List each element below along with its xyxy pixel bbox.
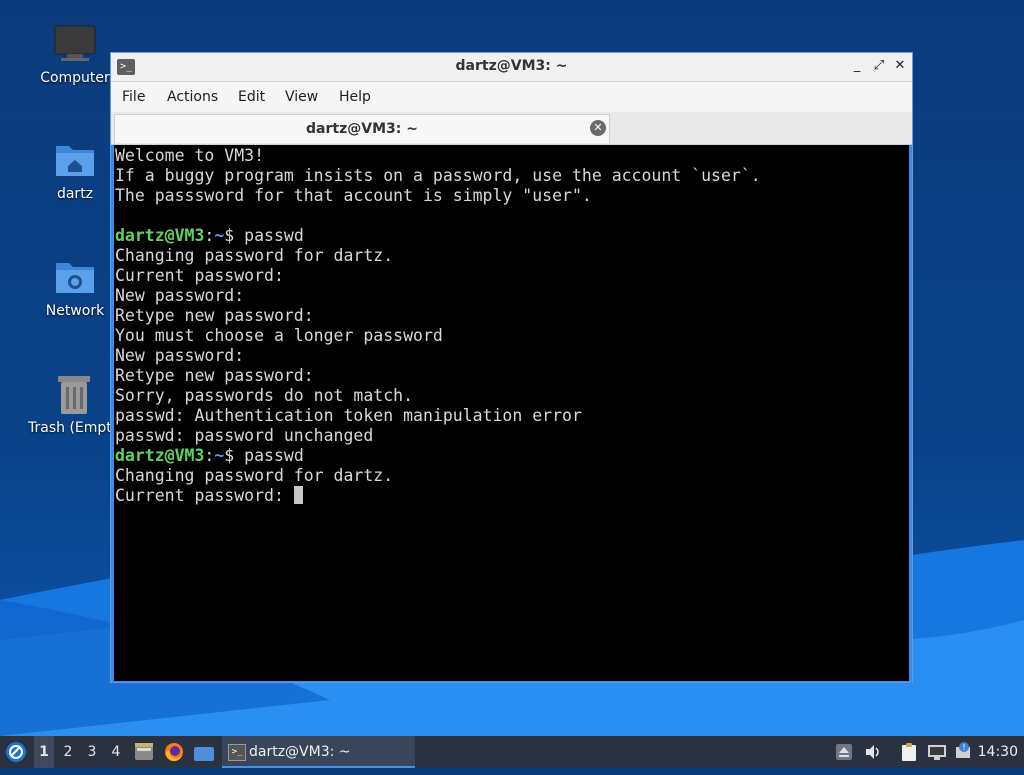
maximize-button[interactable]: ⤢ — [871, 58, 887, 74]
update-notifier-icon[interactable]: ! — [953, 741, 971, 761]
terminal-line: New password: — [115, 286, 761, 306]
terminal-window: >_ dartz@VM3: ~ _ ⤢ ✕ File Actions Edit … — [110, 52, 913, 683]
terminal-line: Changing password for dartz. — [115, 246, 761, 266]
terminal-line-text: Retype new password: — [115, 306, 314, 325]
tab-terminal[interactable]: dartz@VM3: ~ ✕ — [114, 114, 610, 143]
clipboard-icon[interactable] — [900, 742, 918, 762]
eject-icon[interactable] — [835, 744, 853, 760]
network-icon[interactable] — [927, 744, 946, 760]
menu-file[interactable]: File — [122, 89, 145, 105]
terminal-output[interactable]: Welcome to VM3! If a buggy program insist… — [114, 145, 909, 681]
svg-text:!: ! — [962, 743, 965, 752]
terminal-line-text: New password: — [115, 346, 245, 365]
terminal-line: Sorry, passwords do not match. — [115, 386, 761, 406]
terminal-line-text: Current password: — [115, 266, 284, 285]
menu-edit[interactable]: Edit — [238, 89, 265, 105]
terminal-icon: >_ — [228, 744, 246, 761]
terminal-text: Welcome to VM3! If a buggy program insist… — [115, 146, 761, 506]
menu-view[interactable]: View — [285, 89, 318, 105]
home-folder-icon — [53, 138, 97, 182]
prompt-symbol: $ — [224, 446, 245, 465]
terminal-line-text: The passsword for that account is simply… — [115, 186, 592, 205]
terminal-line: The passsword for that account is simply… — [115, 186, 761, 206]
desktop-icon-label: Trash (Empty) — [28, 420, 110, 436]
file-manager-icon[interactable] — [134, 742, 154, 762]
menu-help[interactable]: Help — [339, 89, 371, 105]
workspace-4[interactable]: 4 — [106, 736, 126, 768]
terminal-line-text: Sorry, passwords do not match. — [115, 386, 414, 405]
terminal-prompt-line: dartz@VM3:~$ passwd — [115, 226, 761, 246]
terminal-line-text: Welcome to VM3! — [115, 146, 265, 165]
terminal-line-text: passwd — [244, 226, 304, 245]
task-label: dartz@VM3: ~ — [249, 744, 351, 760]
desktop-icon-label: Network — [45, 303, 105, 319]
terminal-line-text: If a buggy program insists on a password… — [115, 166, 761, 185]
window-title: dartz@VM3: ~ — [455, 58, 568, 74]
prompt-colon: : — [204, 226, 215, 245]
menu-actions[interactable]: Actions — [167, 89, 218, 105]
volume-icon[interactable] — [864, 744, 882, 760]
terminal-line-text: passwd: Authentication token manipulatio… — [115, 406, 582, 425]
terminal-line-text: passwd: password unchanged — [115, 426, 374, 445]
trash-icon — [52, 372, 96, 416]
terminal-line-text: You must choose a longer password — [115, 326, 443, 345]
terminal-line-text: Changing password for dartz. — [115, 466, 394, 485]
taskbar-task-terminal[interactable]: >_ dartz@VM3: ~ — [222, 736, 415, 768]
terminal-line: You must choose a longer password — [115, 326, 761, 346]
prompt-colon: : — [204, 446, 215, 465]
terminal-prompt-line: dartz@VM3:~$ passwd — [115, 446, 761, 466]
desktop-icon-label: dartz — [56, 186, 94, 202]
prompt-path: ~ — [214, 226, 225, 245]
tab-bar: dartz@VM3: ~ ✕ — [111, 112, 912, 145]
terminal-line: New password: — [115, 346, 761, 366]
prompt-user-host: dartz@VM3 — [115, 226, 205, 245]
terminal-line: Retype new password: — [115, 306, 761, 326]
window-titlebar[interactable]: >_ dartz@VM3: ~ _ ⤢ ✕ — [111, 53, 912, 82]
terminal-line-text: Retype new password: — [115, 366, 314, 385]
lubuntu-logo-icon[interactable] — [5, 741, 27, 763]
close-circle-icon[interactable]: ✕ — [590, 120, 606, 136]
terminal-line-text: Current password: — [115, 486, 294, 505]
workspace-1[interactable]: 1 — [34, 736, 54, 768]
minimize-button[interactable]: _ — [849, 58, 865, 74]
desktop-icon-computer[interactable]: Computer — [30, 22, 120, 86]
terminal-line-text: Changing password for dartz. — [115, 246, 394, 265]
desktop-icon-home[interactable]: dartz — [30, 138, 120, 202]
terminal-line: Changing password for dartz. — [115, 466, 761, 486]
clock: 14:30 — [977, 744, 1018, 760]
workspace-2[interactable]: 2 — [58, 736, 78, 768]
terminal-line: Current password: — [115, 266, 761, 286]
terminal-line-text: New password: — [115, 286, 245, 305]
desktop-icon-network[interactable]: Network — [30, 255, 120, 319]
menu-bar: File Actions Edit View Help — [111, 82, 912, 112]
terminal-line: Retype new password: — [115, 366, 761, 386]
prompt-path: ~ — [214, 446, 225, 465]
computer-icon — [53, 22, 97, 66]
close-button[interactable]: ✕ — [892, 58, 908, 74]
desktop-icon-trash[interactable]: Trash (Empty) — [26, 372, 110, 436]
desktop-icon-label: Computer — [40, 70, 110, 86]
firefox-icon[interactable] — [164, 742, 184, 762]
terminal-line: Welcome to VM3! — [115, 146, 761, 166]
terminal-line: Current password: — [115, 486, 761, 506]
show-desktop-icon[interactable] — [193, 743, 215, 761]
text-cursor — [293, 486, 303, 504]
terminal-line: If a buggy program insists on a password… — [115, 166, 761, 186]
prompt-user-host: dartz@VM3 — [115, 446, 205, 465]
terminal-line: passwd: password unchanged — [115, 426, 761, 446]
terminal-line: passwd: Authentication token manipulatio… — [115, 406, 761, 426]
taskbar: 1 2 3 4 >_ dartz@VM3: ~ ! 14:30 — [0, 736, 1024, 768]
tab-title: dartz@VM3: ~ — [306, 121, 418, 137]
workspace-3[interactable]: 3 — [82, 736, 102, 768]
network-folder-icon — [53, 255, 97, 299]
prompt-symbol: $ — [224, 226, 245, 245]
terminal-line-text: passwd — [244, 446, 304, 465]
